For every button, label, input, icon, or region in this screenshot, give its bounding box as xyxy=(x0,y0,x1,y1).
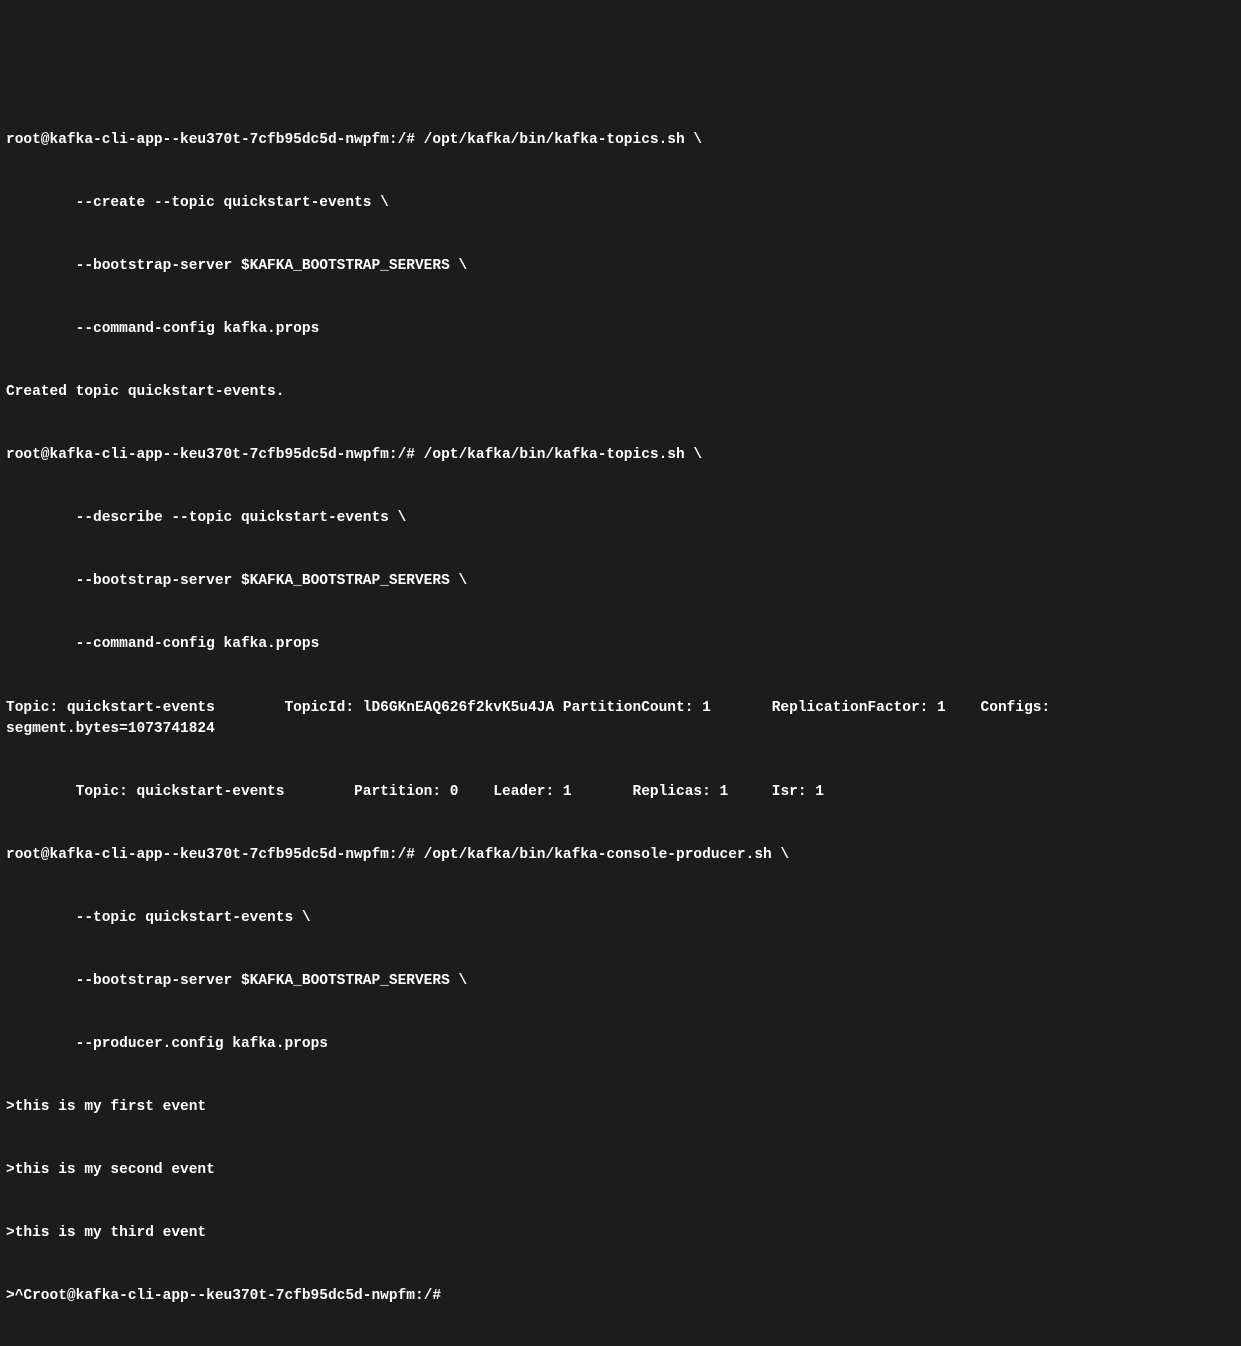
terminal-line: --command-config kafka.props xyxy=(6,319,1235,340)
terminal-line: --bootstrap-server $KAFKA_BOOTSTRAP_SERV… xyxy=(6,256,1235,277)
terminal-line: --describe --topic quickstart-events \ xyxy=(6,508,1235,529)
terminal-line: >this is my second event xyxy=(6,1160,1235,1181)
terminal-line: Topic: quickstart-events Partition: 0 Le… xyxy=(6,782,1235,803)
terminal-line: Created topic quickstart-events. xyxy=(6,382,1235,403)
terminal-line: >^Croot@kafka-cli-app--keu370t-7cfb95dc5… xyxy=(6,1286,1235,1307)
terminal-line: --create --topic quickstart-events \ xyxy=(6,193,1235,214)
terminal-line: --bootstrap-server $KAFKA_BOOTSTRAP_SERV… xyxy=(6,971,1235,992)
terminal-line: root@kafka-cli-app--keu370t-7cfb95dc5d-n… xyxy=(6,845,1235,866)
terminal-line: >this is my third event xyxy=(6,1223,1235,1244)
terminal-line: >this is my first event xyxy=(6,1097,1235,1118)
terminal-line: root@kafka-cli-app--keu370t-7cfb95dc5d-n… xyxy=(6,445,1235,466)
terminal-line: --producer.config kafka.props xyxy=(6,1034,1235,1055)
terminal-window[interactable]: root@kafka-cli-app--keu370t-7cfb95dc5d-n… xyxy=(6,88,1235,753)
terminal-line: --command-config kafka.props xyxy=(6,634,1235,655)
terminal-line: --bootstrap-server $KAFKA_BOOTSTRAP_SERV… xyxy=(6,571,1235,592)
terminal-line: Topic: quickstart-events TopicId: lD6GKn… xyxy=(6,698,1235,740)
terminal-line: --topic quickstart-events \ xyxy=(6,908,1235,929)
terminal-line: root@kafka-cli-app--keu370t-7cfb95dc5d-n… xyxy=(6,130,1235,151)
